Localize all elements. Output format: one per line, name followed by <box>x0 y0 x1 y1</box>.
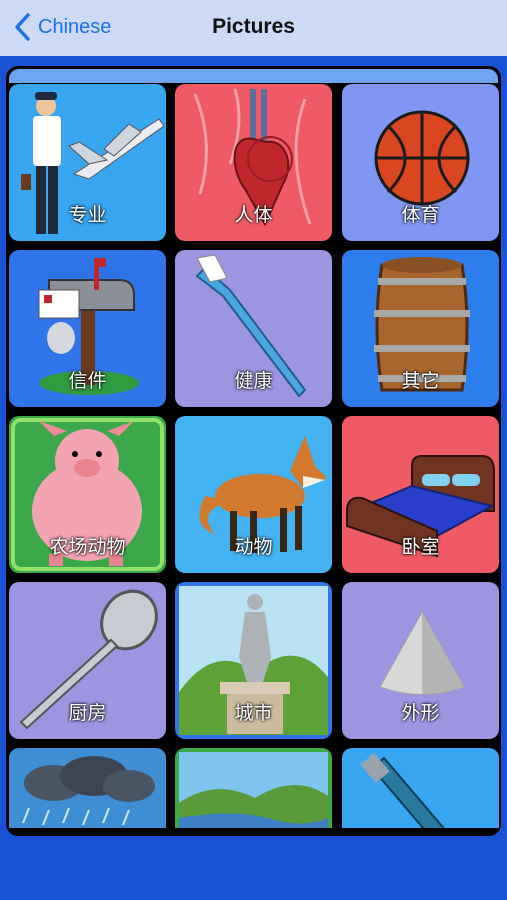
category-tile[interactable]: 人体 <box>175 84 332 241</box>
picture-grid-panel: 专业 人体 体育 信件 健康 其它 农场动物 动物 卧室 厨房 城市 外形 <box>6 66 501 836</box>
tile-label: 厨房 <box>68 702 107 724</box>
tile-label: 农场动物 <box>49 536 126 558</box>
landscape-icon <box>175 748 332 828</box>
pen-icon <box>342 748 499 828</box>
category-tile[interactable]: 专业 <box>9 84 166 241</box>
rain-cloud-icon <box>9 748 166 828</box>
tile-label: 卧室 <box>401 536 440 558</box>
tile-label: 外形 <box>401 702 440 724</box>
tile-label: 城市 <box>234 702 273 724</box>
picture-grid[interactable]: 专业 人体 体育 信件 健康 其它 农场动物 动物 卧室 厨房 城市 外形 <box>6 84 501 828</box>
category-tile[interactable]: 动物 <box>175 416 332 573</box>
tile-label: 专业 <box>68 204 107 226</box>
category-tile[interactable] <box>342 748 499 828</box>
category-tile[interactable]: 信件 <box>9 250 166 407</box>
category-tile[interactable]: 城市 <box>175 582 332 739</box>
tile-label: 动物 <box>234 536 273 558</box>
tile-label: 体育 <box>401 204 440 226</box>
category-tile[interactable] <box>9 748 166 828</box>
page-title: Pictures <box>212 15 295 38</box>
tile-label: 健康 <box>234 370 273 392</box>
navigation-bar: Chinese Pictures <box>0 0 507 56</box>
category-tile[interactable]: 卧室 <box>342 416 499 573</box>
category-tile[interactable]: 厨房 <box>9 582 166 739</box>
category-tile[interactable]: 外形 <box>342 582 499 739</box>
category-tile[interactable]: 健康 <box>175 250 332 407</box>
tile-label: 其它 <box>401 370 440 392</box>
tile-label: 信件 <box>68 370 107 392</box>
category-tile[interactable]: 农场动物 <box>9 416 166 573</box>
panel-header-strip <box>9 69 498 83</box>
category-tile[interactable]: 其它 <box>342 250 499 407</box>
category-tile[interactable] <box>175 748 332 828</box>
tile-label: 人体 <box>234 204 273 226</box>
category-tile[interactable]: 体育 <box>342 84 499 241</box>
